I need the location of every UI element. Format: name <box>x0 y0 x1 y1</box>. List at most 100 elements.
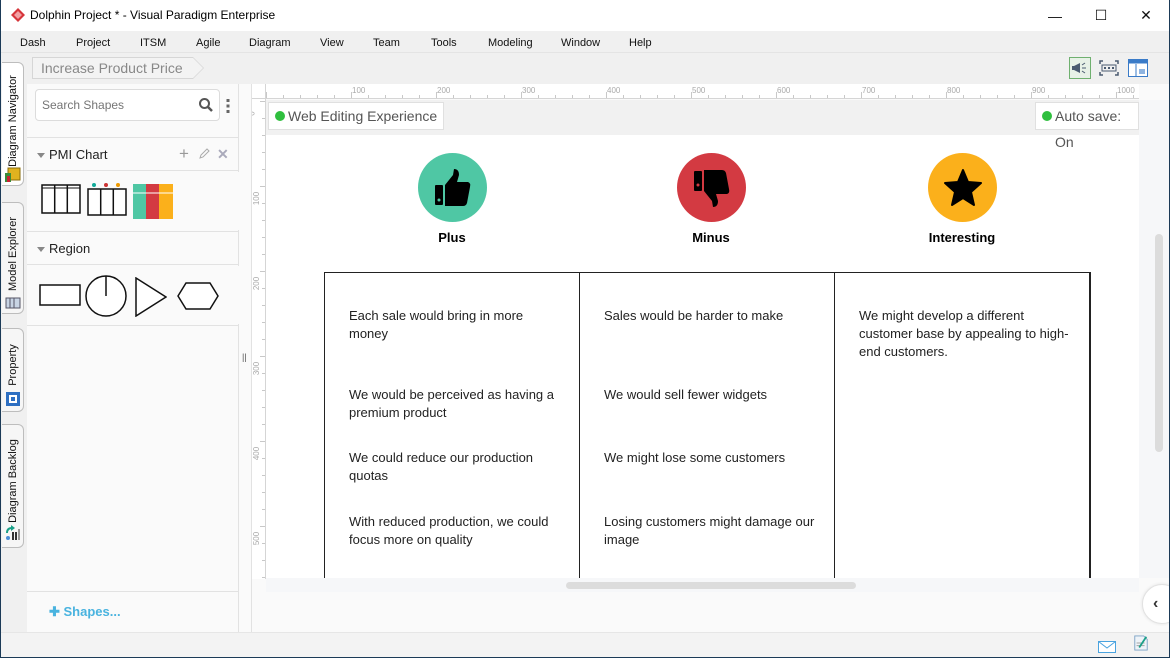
model-explorer-icon <box>5 297 21 309</box>
collapse-panel-button[interactable]: ‹ <box>1142 584 1169 624</box>
pmi-table: Each sale would bring in more money We w… <box>324 272 1091 578</box>
ruler-tick <box>657 95 658 98</box>
megaphone-button[interactable] <box>1069 57 1091 79</box>
mail-icon[interactable] <box>1098 639 1116 655</box>
minus-item[interactable]: We might lose some customers <box>604 449 819 467</box>
section-pmi-chart[interactable]: PMI Chart + ✕ <box>27 137 239 171</box>
minus-item[interactable]: Losing customers might damage our image <box>604 513 819 549</box>
tab-property[interactable]: Property <box>2 328 24 412</box>
plus-circle[interactable] <box>418 153 487 222</box>
notes-icon[interactable] <box>1132 635 1150 651</box>
menu-project[interactable]: Project <box>76 37 110 49</box>
menu-itsm[interactable]: ITSM <box>140 37 166 49</box>
add-shapes-link[interactable]: ✚ Shapes... <box>49 604 121 620</box>
section-region[interactable]: Region <box>27 231 239 265</box>
circle-region-shape[interactable] <box>85 275 127 317</box>
section-title: PMI Chart <box>49 147 108 162</box>
menu-agile[interactable]: Agile <box>196 37 220 49</box>
fit-to-window-button[interactable] <box>1098 57 1120 79</box>
tab-diagram-backlog[interactable]: Diagram Backlog <box>2 424 24 548</box>
vertical-scrollbar[interactable] <box>1139 100 1169 578</box>
menu-window[interactable]: Window <box>561 37 600 49</box>
ruler-tick <box>385 95 386 98</box>
plus-item[interactable]: Each sale would bring in more money <box>349 307 564 343</box>
menu-tools[interactable]: Tools <box>431 37 457 49</box>
diagram-navigator-icon <box>5 167 21 182</box>
menu-dash[interactable]: Dash <box>20 37 46 49</box>
minus-column[interactable]: Sales would be harder to make We would s… <box>580 273 835 578</box>
ruler-tick <box>912 95 913 98</box>
add-icon[interactable]: + <box>179 144 189 164</box>
menu-team[interactable]: Team <box>373 37 400 49</box>
minimize-icon: — <box>1048 7 1062 24</box>
more-options-icon[interactable] <box>226 98 230 114</box>
ruler-tick <box>283 95 284 98</box>
vertical-scroll-thumb[interactable] <box>1155 234 1163 452</box>
rectangle-shape[interactable] <box>39 284 81 306</box>
ruler-tick <box>1133 95 1134 98</box>
panel-splitter[interactable]: || <box>239 84 252 632</box>
menu-diagram[interactable]: Diagram <box>249 37 291 49</box>
search-icon[interactable] <box>198 97 214 113</box>
horizontal-scrollbar[interactable] <box>266 578 1139 592</box>
star-icon <box>943 168 982 206</box>
ruler-tick <box>963 95 964 98</box>
ruler-tick <box>589 95 590 98</box>
plus-item[interactable]: We could reduce our production quotas <box>349 449 564 485</box>
ruler-tick <box>504 95 505 98</box>
minus-item[interactable]: Sales would be harder to make <box>604 307 819 325</box>
hexagon-shape[interactable] <box>177 282 219 310</box>
pmi-table-colored-shape[interactable] <box>133 184 173 219</box>
interesting-circle[interactable] <box>928 153 997 222</box>
horizontal-scroll-thumb[interactable] <box>566 582 856 589</box>
megaphone-icon <box>1072 62 1086 74</box>
ruler-tick <box>419 95 420 98</box>
ruler-label: 300 <box>522 86 536 95</box>
thumbs-down-icon <box>693 169 729 207</box>
status-dot-icon <box>1042 111 1052 121</box>
ruler-tick <box>402 95 403 98</box>
auto-save-badge[interactable]: Auto save: On <box>1035 102 1139 150</box>
side-tab-strip: Diagram Navigator Model Explorer Propert… <box>1 54 26 634</box>
splitter-grip-icon: || <box>242 352 247 362</box>
menu-bar: Dash Project ITSM Agile Diagram View Tea… <box>1 31 1169 53</box>
layer-panel-button[interactable] <box>1127 57 1149 79</box>
ruler-tick <box>317 95 318 98</box>
plus-item[interactable]: We would be perceived as having a premiu… <box>349 386 564 422</box>
web-editing-badge[interactable]: Web Editing Experience <box>268 102 445 130</box>
plus-column[interactable]: Each sale would bring in more money We w… <box>325 273 580 578</box>
triangle-shape[interactable] <box>135 277 167 317</box>
ruler-label: 500 <box>252 531 262 546</box>
menu-modeling[interactable]: Modeling <box>488 37 533 49</box>
edit-pencil-icon[interactable] <box>198 148 210 160</box>
search-shapes-input[interactable] <box>42 98 192 112</box>
minus-item[interactable]: We would sell fewer widgets <box>604 386 819 404</box>
diagram-backlog-icon <box>6 525 20 540</box>
maximize-button[interactable]: ☐ <box>1078 0 1124 31</box>
breadcrumb-diagram[interactable]: Increase Product Price <box>32 57 204 79</box>
title-bar: Dolphin Project * - Visual Paradigm Ente… <box>1 0 1169 31</box>
pmi-table-dots-shape[interactable] <box>87 182 127 216</box>
shapes-panel: PMI Chart + ✕ Region <box>27 84 239 632</box>
tab-label: Diagram Navigator <box>6 75 19 167</box>
remove-icon[interactable]: ✕ <box>217 146 229 163</box>
plus-item[interactable]: With reduced production, we could focus … <box>349 513 564 549</box>
interesting-item[interactable]: We might develop a different customer ba… <box>859 307 1074 361</box>
interesting-column[interactable]: We might develop a different customer ba… <box>835 273 1090 578</box>
tab-model-explorer[interactable]: Model Explorer <box>2 202 24 314</box>
tab-diagram-navigator[interactable]: Diagram Navigator <box>2 62 24 186</box>
menu-help[interactable]: Help <box>629 37 652 49</box>
minus-circle[interactable] <box>677 153 746 222</box>
tab-label: Model Explorer <box>6 217 19 291</box>
maximize-icon: ☐ <box>1094 7 1108 23</box>
pmi-table-plain-shape[interactable] <box>41 184 81 214</box>
close-button[interactable]: ✕ <box>1123 0 1169 31</box>
tab-label: Property <box>6 344 19 386</box>
search-shapes-box[interactable] <box>35 89 220 121</box>
close-icon: ✕ <box>1140 7 1152 23</box>
ruler-label: 100 <box>352 86 366 95</box>
menu-view[interactable]: View <box>320 37 344 49</box>
minimize-button[interactable]: — <box>1032 0 1078 31</box>
ruler-label: 500 <box>692 86 706 95</box>
diagram-canvas[interactable]: Web Editing Experience Auto save: On Plu… <box>266 100 1139 578</box>
